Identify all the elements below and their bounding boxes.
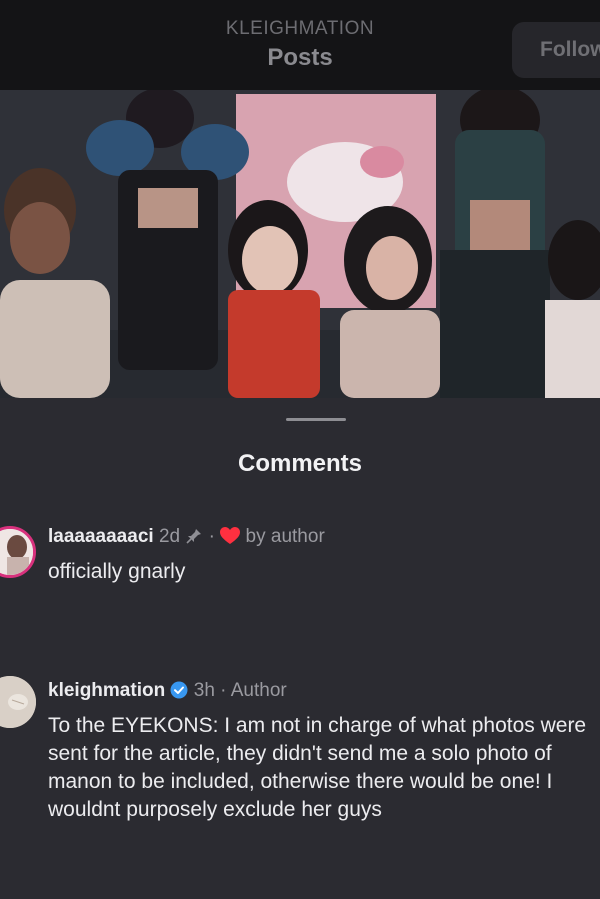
- comment-text: To the EYEKONS: I am not in charge of wh…: [48, 714, 587, 821]
- page-title: Posts: [267, 44, 333, 71]
- comments-sheet: Comments laaaaaaaaci 2d · by author offi…: [0, 398, 600, 899]
- meta-separator: ·: [220, 680, 227, 701]
- group-photo-image: [0, 90, 600, 398]
- header-username[interactable]: KLEIGHMATION: [0, 18, 600, 40]
- follow-button[interactable]: Follow: [512, 22, 600, 78]
- verified-badge-icon: [170, 681, 188, 705]
- avatar[interactable]: [0, 676, 36, 728]
- avatar-image: [0, 676, 36, 728]
- comment-meta: laaaaaaaaci 2d · by author: [48, 526, 325, 551]
- pin-icon: [185, 526, 208, 547]
- post-comments-screen: KLEIGHMATION Posts Follow Comments laaaa…: [0, 0, 600, 899]
- comment-meta: kleighmation 3h · Author: [48, 680, 287, 705]
- comment-time: 2d: [158, 526, 181, 547]
- liked-by-author-label: by author: [245, 526, 325, 547]
- meta-separator: ·: [208, 526, 215, 547]
- comment-text: officially gnarly: [48, 560, 186, 583]
- avatar[interactable]: [0, 526, 36, 578]
- comment-username[interactable]: laaaaaaaaci: [48, 526, 154, 547]
- post-photo[interactable]: [0, 90, 600, 398]
- avatar-image: [0, 529, 33, 575]
- heart-icon: [220, 527, 241, 551]
- top-bar: KLEIGHMATION Posts Follow: [0, 0, 600, 90]
- sheet-drag-handle[interactable]: [286, 418, 346, 421]
- comments-title: Comments: [237, 450, 363, 477]
- comment-time: 3h: [193, 680, 215, 701]
- comment-username[interactable]: kleighmation: [48, 680, 165, 701]
- author-label: Author: [230, 680, 287, 701]
